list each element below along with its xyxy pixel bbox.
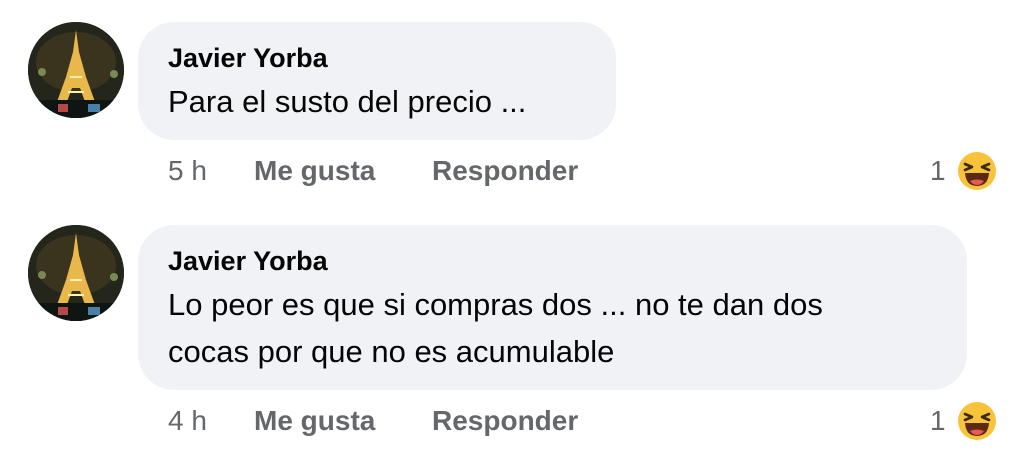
comment-bubble: Javier Yorba Para el susto del precio ..… [138, 22, 616, 140]
comment-text: Para el susto del precio ... [168, 84, 527, 119]
eiffel-tower-photo [28, 22, 124, 118]
comment-timestamp[interactable]: 5 h [168, 151, 207, 191]
comment-text-line: cocas por que no es acumulable [168, 334, 615, 369]
comment-timestamp[interactable]: 4 h [168, 401, 207, 441]
reaction-count: 1 [930, 405, 946, 436]
comment-author[interactable]: Javier Yorba [168, 40, 586, 76]
reply-button[interactable]: Responder [432, 401, 578, 441]
avatar[interactable] [28, 22, 124, 118]
like-button[interactable]: Me gusta [254, 151, 375, 191]
comment-text-line: Lo peor es que si compras dos ... no te … [168, 287, 823, 322]
laughing-emoji-icon [958, 402, 996, 440]
laughing-emoji-icon [958, 152, 996, 190]
eiffel-tower-photo [28, 225, 124, 321]
reply-button[interactable]: Responder [432, 151, 578, 191]
reaction-count: 1 [930, 155, 946, 186]
like-button[interactable]: Me gusta [254, 401, 375, 441]
comment-author[interactable]: Javier Yorba [168, 243, 937, 279]
comment-bubble: Javier Yorba Lo peor es que si compras d… [138, 225, 967, 390]
avatar[interactable] [28, 225, 124, 321]
